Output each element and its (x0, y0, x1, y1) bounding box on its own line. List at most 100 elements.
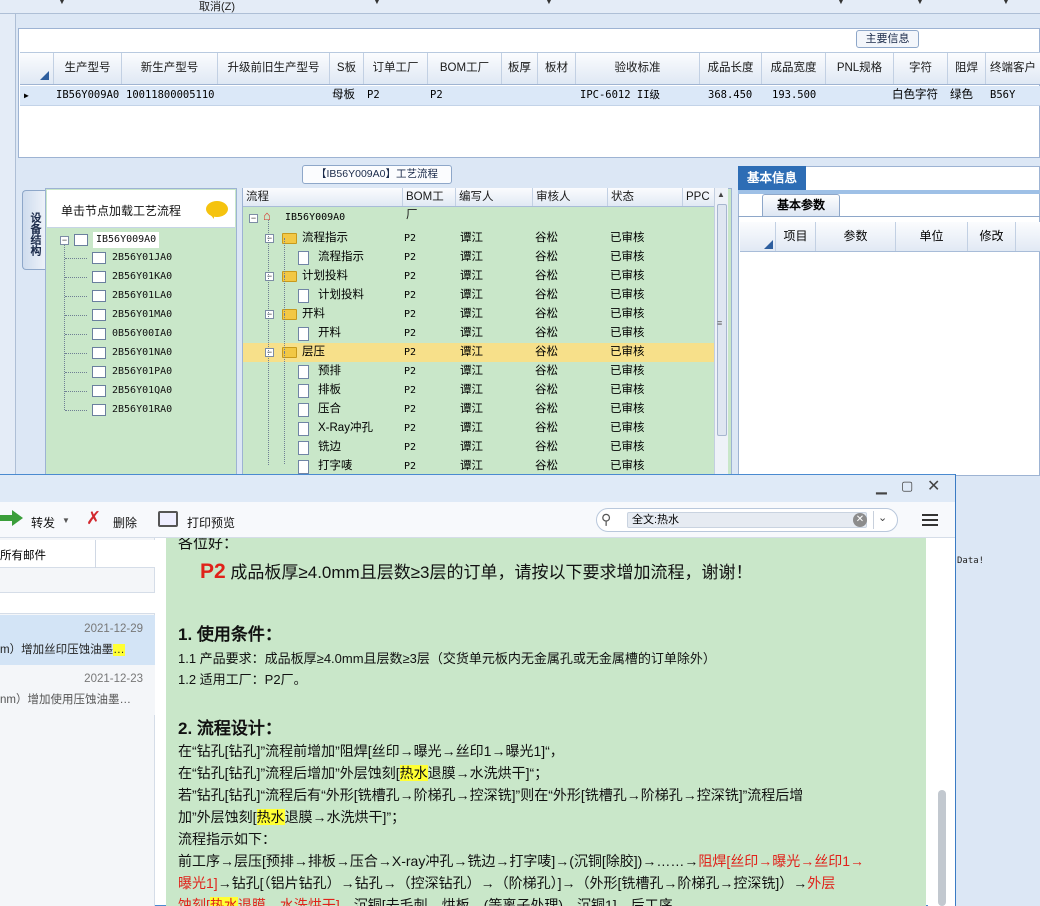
mail-list-header[interactable]: 所有邮件 (0, 540, 155, 568)
table-row[interactable]: 压合 P2 谭江 谷松 已审核 (243, 400, 715, 419)
scroll-thumb[interactable] (938, 790, 946, 906)
tree-node[interactable]: 2B56Y01NA0 (112, 345, 172, 361)
process-scrollbar[interactable]: ▲ ≡ (714, 188, 728, 476)
tab-equipment-structure[interactable]: 设备结构 (22, 190, 45, 270)
node-checkbox[interactable] (92, 385, 106, 397)
tab-basic-info[interactable]: 基本信息 (738, 166, 806, 190)
cell-status: 已审核 (610, 308, 645, 320)
chevron-down-icon[interactable]: ▼ (58, 0, 66, 6)
collapse-icon[interactable]: − (265, 234, 274, 243)
table-row[interactable]: − 计划投料 P2 谭江 谷松 已审核 (243, 267, 715, 286)
mail-scrollbar[interactable] (928, 538, 955, 906)
node-checkbox[interactable] (92, 290, 106, 302)
collapse-icon[interactable]: − (265, 310, 274, 319)
node-checkbox[interactable] (92, 309, 106, 321)
table-row[interactable]: 开料 P2 谭江 谷松 已审核 (243, 324, 715, 343)
node-checkbox[interactable] (92, 366, 106, 378)
delete-x-icon[interactable]: ✗ (86, 508, 101, 529)
tree-node[interactable]: 2B56Y01RA0 (112, 402, 172, 418)
col-status[interactable]: 状态 (608, 188, 683, 206)
list-item[interactable]: 2021-12-23 nm）增加使用压蚀油墨… (0, 665, 155, 715)
tab-basic-params[interactable]: 基本参数 (762, 194, 840, 216)
chevron-down-icon[interactable]: ▼ (62, 516, 70, 525)
col-reviewer[interactable]: 审核人 (533, 188, 608, 206)
list-item[interactable]: 2021-12-29 m）增加丝印压蚀油墨… (0, 615, 155, 665)
table-row[interactable]: − 层压 P2 谭江 谷松 已审核 (243, 343, 715, 362)
maximize-icon[interactable]: ▢ (901, 478, 913, 494)
col-writer[interactable]: 编写人 (456, 188, 533, 206)
table-row[interactable]: X-Ray冲孔 P2 谭江 谷松 已审核 (243, 419, 715, 438)
tree-node[interactable]: 2B56Y01QA0 (112, 383, 172, 399)
search-options-icon[interactable]: ⌄ (878, 511, 887, 524)
table-row[interactable]: − 流程指示 P2 谭江 谷松 已审核 (243, 229, 715, 248)
col-material[interactable]: 板材 (538, 53, 576, 84)
menu-icon[interactable] (922, 514, 938, 526)
table-row[interactable]: 流程指示 P2 谭江 谷松 已审核 (243, 248, 715, 267)
printer-icon[interactable] (158, 511, 178, 527)
node-checkbox[interactable] (74, 234, 88, 246)
col-flow[interactable]: 流程 (243, 188, 403, 206)
node-checkbox[interactable] (92, 252, 106, 264)
col-bom[interactable]: BOM工厂 (403, 188, 456, 221)
print-preview-button[interactable]: 打印预览 (187, 514, 235, 531)
col-old-prod-no[interactable]: 升级前旧生产型号 (218, 53, 330, 84)
delete-button[interactable]: 删除 (113, 514, 137, 531)
load-process-button[interactable]: 单击节点加载工艺流程 (47, 190, 235, 228)
col-param[interactable]: 参数 (816, 222, 896, 251)
node-checkbox[interactable] (92, 328, 106, 340)
col-width[interactable]: 成品宽度 (762, 53, 826, 84)
cancel-menu[interactable]: 取消(Z) (199, 0, 235, 14)
tree-node[interactable]: 2B56Y01LA0 (112, 288, 172, 304)
col-s-board[interactable]: S板 (330, 53, 364, 84)
col-pnl[interactable]: PNL规格 (826, 53, 894, 84)
node-checkbox[interactable] (92, 404, 106, 416)
tree-node[interactable]: 2B56Y01KA0 (112, 269, 172, 285)
col-new-prod-no[interactable]: 新生产型号 (122, 53, 218, 84)
table-row[interactable]: ▶ IB56Y009A0 10011800005110 母板 P2 P2 IPC… (20, 86, 1040, 106)
forward-button[interactable]: 转发 (31, 514, 55, 531)
table-row[interactable]: − 开料 P2 谭江 谷松 已审核 (243, 305, 715, 324)
col-solder[interactable]: 阻焊 (948, 53, 986, 84)
search-box[interactable]: ⚲ 全文:热水 ✕ ⌄ (596, 508, 898, 532)
node-checkbox[interactable] (92, 271, 106, 283)
tree-node[interactable]: 2B56Y01MA0 (112, 307, 172, 323)
col-length[interactable]: 成品长度 (700, 53, 762, 84)
col-item[interactable]: 项目 (776, 222, 816, 251)
minimize-icon[interactable]: ▁ (876, 478, 887, 495)
col-order-factory[interactable]: 订单工厂 (364, 53, 428, 84)
collapse-icon[interactable]: − (249, 214, 258, 223)
cell-status: 已审核 (610, 403, 645, 415)
table-row[interactable]: 排板 P2 谭江 谷松 已审核 (243, 381, 715, 400)
clear-search-icon[interactable]: ✕ (853, 513, 867, 527)
table-row[interactable]: 计划投料 P2 谭江 谷松 已审核 (243, 286, 715, 305)
chevron-down-icon[interactable]: ▼ (1002, 0, 1010, 6)
col-ppc[interactable]: PPC (683, 188, 715, 206)
col-edit[interactable]: 修改 (968, 222, 1016, 251)
chevron-down-icon[interactable]: ▼ (837, 0, 845, 6)
col-standard[interactable]: 验收标准 (576, 53, 700, 84)
search-filter-chip[interactable]: 全文:热水 (627, 512, 867, 528)
tree-node[interactable]: 0B56Y00IA0 (112, 326, 172, 342)
col-thickness[interactable]: 板厚 (502, 53, 538, 84)
col-customer[interactable]: 终端客户 (986, 53, 1040, 84)
chevron-down-icon[interactable]: ▼ (545, 0, 553, 6)
node-checkbox[interactable] (92, 347, 106, 359)
col-prod-no[interactable]: 生产型号 (54, 53, 122, 84)
scroll-up-icon[interactable]: ▲ (717, 190, 725, 199)
tree-node[interactable]: 2B56Y01JA0 (112, 250, 172, 266)
col-unit[interactable]: 单位 (896, 222, 968, 251)
chevron-down-icon[interactable]: ▼ (373, 0, 381, 6)
col-bom-factory[interactable]: BOM工厂 (428, 53, 502, 84)
tree-node[interactable]: 2B56Y01PA0 (112, 364, 172, 380)
collapse-icon[interactable]: − (265, 348, 274, 357)
forward-arrow-icon[interactable] (0, 509, 24, 527)
all-mail-label[interactable]: 所有邮件 (0, 547, 46, 563)
chevron-down-icon[interactable]: ▼ (916, 0, 924, 6)
close-icon[interactable]: ✕ (927, 476, 940, 496)
tree-root-node[interactable]: IB56Y009A0 (93, 232, 160, 248)
col-char[interactable]: 字符 (894, 53, 948, 84)
table-row[interactable]: 预排 P2 谭江 谷松 已审核 (243, 362, 715, 381)
collapse-icon[interactable]: − (265, 272, 274, 281)
collapse-icon[interactable]: − (60, 236, 69, 245)
table-row[interactable]: 铣边 P2 谭江 谷松 已审核 (243, 438, 715, 457)
